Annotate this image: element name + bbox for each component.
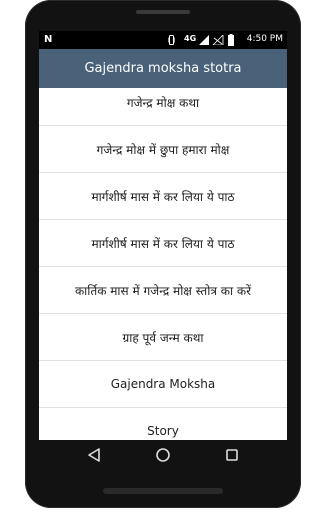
list-item-label: मार्गशीर्ष मास में कर लिया ये पाठ [91, 236, 235, 251]
list-item-label: मार्गशीर्ष मास में कर लिया ये पाठ [91, 189, 235, 204]
list-item-label: Gajendra Moksha [110, 377, 216, 391]
network-type-label: 4G [184, 34, 197, 43]
app-title: Gajendra moksha stotra [84, 61, 242, 76]
battery-icon [228, 34, 234, 46]
status-time: 4:50 PM [246, 34, 283, 44]
status-bar: N 4G 4:50 PM [39, 31, 287, 49]
list-item[interactable]: Story [39, 408, 287, 440]
list-item[interactable]: गजेन्द्र मोक्ष में छुपा हमारा मोक्ष [39, 126, 287, 173]
list-item[interactable]: मार्गशीर्ष मास में कर लिया ये पाठ [39, 173, 287, 220]
list-item[interactable]: कार्तिक मास में गजेन्द्र मोक्ष स्तोत्र क… [39, 267, 287, 314]
list-item-label: कार्तिक मास में गजेन्द्र मोक्ष स्तोत्र क… [74, 283, 252, 298]
list-item-label: Story [147, 424, 179, 438]
list-item[interactable]: ग्राह पूर्व जन्म कथा [39, 314, 287, 361]
signal-icon [199, 35, 224, 45]
phone-speaker [136, 10, 190, 14]
story-list[interactable]: गजेन्द्र मोक्ष कथा गजेन्द्र मोक्ष में छु… [39, 88, 287, 440]
list-item[interactable]: मार्गशीर्ष मास में कर लिया ये पाठ [39, 220, 287, 267]
back-icon[interactable] [85, 446, 103, 464]
list-item-label: गजेन्द्र मोक्ष कथा [126, 95, 200, 110]
phone-bottom-slot [103, 488, 223, 494]
home-icon[interactable] [154, 446, 172, 464]
list-item-label: ग्राह पूर्व जन्म कथा [122, 330, 204, 345]
list-item[interactable]: गजेन्द्र मोक्ष कथा [39, 88, 287, 126]
app-bar: Gajendra moksha stotra [39, 49, 287, 88]
navigation-bar [39, 440, 287, 472]
notification-n-icon: N [44, 34, 53, 45]
list-item[interactable]: Gajendra Moksha [39, 361, 287, 408]
list-item-label: गजेन्द्र मोक्ष में छुपा हमारा मोक्ष [96, 142, 230, 157]
screen: N 4G 4:50 PM Gajendra moksha stotra गजेन… [39, 31, 287, 440]
vibrate-icon [168, 35, 175, 45]
recent-apps-icon[interactable] [223, 446, 241, 464]
